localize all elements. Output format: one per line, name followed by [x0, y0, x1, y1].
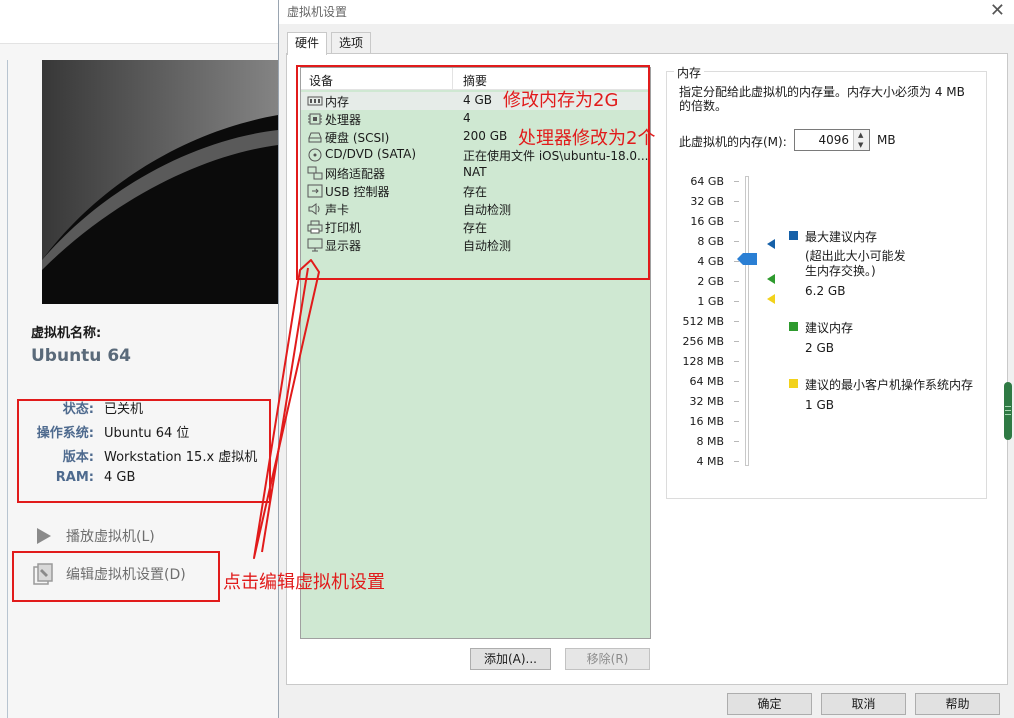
scale-tick [734, 421, 739, 422]
min-recommended-value: 1 GB [805, 398, 834, 412]
max-recommended-title: 最大建议内存 [805, 230, 878, 244]
scale-label: 256 MB [682, 335, 724, 348]
scale-label: 128 MB [682, 355, 724, 368]
tab-options[interactable]: 选项 [331, 32, 372, 54]
scale-tick [734, 461, 739, 462]
scrollbar-thumb[interactable] [1004, 382, 1012, 440]
dialog-title: 虚拟机设置 [287, 5, 348, 19]
scale-label: 64 GB [690, 175, 724, 188]
vm-info-highlight-box [17, 399, 271, 503]
scale-label: 4 MB [696, 455, 724, 468]
max-recommended-value: 6.2 GB [805, 284, 846, 298]
scale-label: 8 MB [696, 435, 724, 448]
memory-slider-track[interactable] [745, 176, 749, 466]
scale-label: 2 GB [697, 275, 724, 288]
scale-tick [734, 301, 739, 302]
scale-label: 4 GB [697, 255, 724, 268]
scale-tick [734, 201, 739, 202]
scale-tick [734, 221, 739, 222]
min-recommended-title: 建议的最小客户机操作系统内存 [805, 378, 974, 392]
spin-down-icon[interactable]: ▼ [858, 141, 863, 149]
max-recommended-note: (超出此大小可能发生内存交换。) [805, 249, 906, 278]
ok-button[interactable]: 确定 [727, 693, 812, 715]
memory-description: 指定分配给此虚拟机的内存量。内存大小必须为 4 MB 的倍数。 [679, 85, 965, 113]
background-toolbar [0, 0, 278, 44]
min-recommended-swatch [789, 379, 798, 388]
memory-spinbox-value[interactable]: 4096 [818, 133, 849, 147]
scale-tick [734, 241, 739, 242]
memory-annotation: 修改内存为2G [503, 90, 619, 111]
scale-tick [734, 381, 739, 382]
vm-name: Ubuntu 64 [31, 346, 131, 366]
min-recommended-marker [767, 294, 775, 304]
max-recommended-marker [767, 239, 775, 249]
recommended-title: 建议内存 [805, 321, 854, 335]
scale-tick [734, 181, 739, 182]
scale-tick [734, 441, 739, 442]
scale-label: 64 MB [689, 375, 724, 388]
click-annotation: 点击编辑虚拟机设置 [223, 572, 385, 593]
play-icon [32, 525, 54, 547]
vm-name-label: 虚拟机名称: [31, 326, 102, 341]
panel-divider [7, 60, 8, 718]
vm-screen-thumbnail[interactable] [42, 60, 278, 304]
play-vm-button[interactable]: 播放虚拟机(L) [32, 524, 155, 548]
scale-tick [734, 401, 739, 402]
memory-spinbox[interactable]: 4096 ▲ ▼ [794, 129, 870, 151]
scale-label: 32 GB [690, 195, 724, 208]
scale-label: 32 MB [689, 395, 724, 408]
tab-hardware[interactable]: 硬件 [287, 32, 328, 55]
add-device-button[interactable]: 添加(A)... [470, 648, 551, 670]
scale-label: 16 GB [690, 215, 724, 228]
scale-label: 8 GB [697, 235, 724, 248]
recommended-value: 2 GB [805, 341, 834, 355]
max-recommended-swatch [789, 231, 798, 240]
scale-label: 1 GB [697, 295, 724, 308]
scale-tick [734, 281, 739, 282]
memory-groupbox-title: 内存 [674, 64, 705, 81]
cancel-button[interactable]: 取消 [821, 693, 906, 715]
close-icon[interactable]: ✕ [990, 0, 1005, 21]
spin-up-icon[interactable]: ▲ [858, 131, 863, 139]
recommended-swatch [789, 322, 798, 331]
memory-unit: MB [877, 133, 896, 147]
remove-device-button[interactable]: 移除(R) [565, 648, 650, 670]
edit-settings-highlight-box [12, 551, 220, 602]
scale-label: 16 MB [689, 415, 724, 428]
scale-tick [734, 341, 739, 342]
play-vm-label: 播放虚拟机(L) [66, 529, 155, 545]
scale-label: 512 MB [682, 315, 724, 328]
memory-field-label: 此虚拟机的内存(M): [679, 135, 787, 149]
memory-spin-arrows[interactable]: ▲ ▼ [853, 130, 869, 150]
help-button[interactable]: 帮助 [915, 693, 1000, 715]
scale-tick [734, 261, 739, 262]
processor-annotation: 处理器修改为2个 [518, 128, 656, 149]
scale-tick [734, 361, 739, 362]
scale-tick [734, 321, 739, 322]
dialog-titlebar[interactable]: 虚拟机设置 ✕ [279, 0, 1014, 24]
recommended-marker [767, 274, 775, 284]
